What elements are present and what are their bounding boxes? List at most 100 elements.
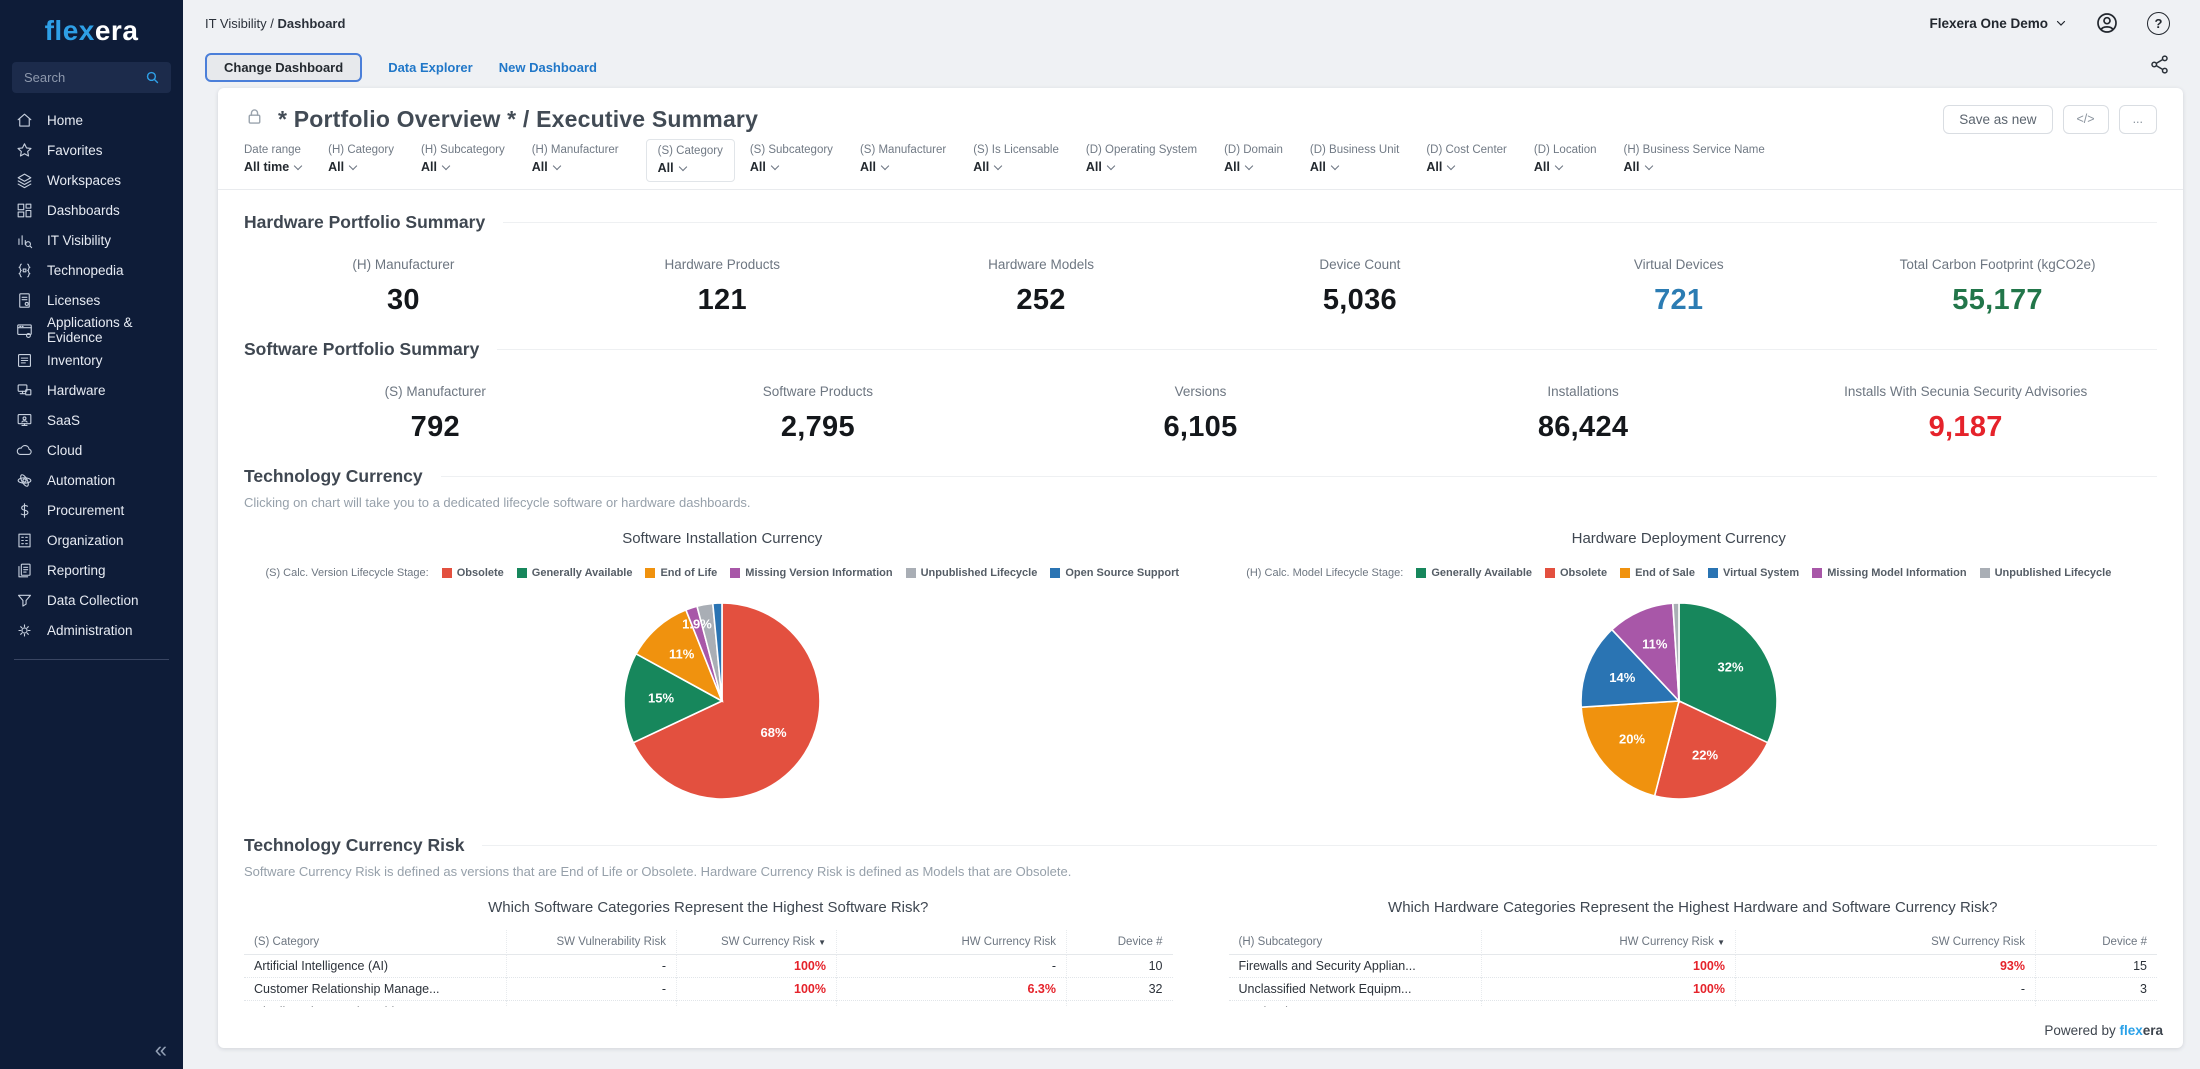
filter-label: (D) Domain	[1224, 144, 1283, 156]
reporting-icon	[15, 561, 34, 580]
table-cell: 10	[1066, 955, 1173, 978]
legend-item-obsolete[interactable]: Obsolete	[1545, 567, 1607, 579]
filter-d-location[interactable]: (D) Location All	[1534, 139, 1609, 180]
filter-s-manufacturer[interactable]: (S) Manufacturer All	[860, 139, 958, 180]
saas-icon	[15, 411, 34, 430]
column-header-h-subcategory[interactable]: (H) Subcategory	[1229, 930, 1481, 955]
section-heading: Software Portfolio Summary	[244, 339, 479, 360]
save-as-new-button[interactable]: Save as new	[1943, 105, 2052, 134]
filter-d-operating-system[interactable]: (D) Operating System All	[1086, 139, 1209, 180]
sidebar-item-home[interactable]: Home	[0, 105, 183, 135]
sidebar-item-automation[interactable]: Automation	[0, 465, 183, 495]
sidebar-item-cloud[interactable]: Cloud	[0, 435, 183, 465]
sidebar-item-label: Home	[47, 113, 83, 128]
chevron-down-icon	[442, 161, 450, 169]
sidebar-item-data-collection[interactable]: Data Collection	[0, 585, 183, 615]
legend-item-missing-version-information[interactable]: Missing Version Information	[730, 567, 892, 579]
sidebar-item-dashboards[interactable]: Dashboards	[0, 195, 183, 225]
legend-item-obsolete[interactable]: Obsolete	[442, 567, 504, 579]
column-header-device[interactable]: Device #	[1066, 930, 1173, 955]
legend-item-generally-available[interactable]: Generally Available	[1416, 567, 1532, 579]
metric-installs-with-secunia-security-advisories: Installs With Secunia Security Advisorie…	[1774, 384, 2157, 444]
share-button[interactable]	[2149, 54, 2170, 80]
breadcrumb-section[interactable]: IT Visibility	[205, 16, 267, 31]
sidebar-item-licenses[interactable]: Licenses	[0, 285, 183, 315]
sidebar-item-workspaces[interactable]: Workspaces	[0, 165, 183, 195]
more-options-button[interactable]: ...	[2119, 105, 2157, 134]
sidebar-item-it-visibility[interactable]: IT Visibility	[0, 225, 183, 255]
user-avatar-button[interactable]	[2095, 11, 2119, 35]
table-row[interactable]: Artificial Intelligence (AI)-100%-10	[244, 955, 1173, 978]
column-header-sw-currency-risk[interactable]: SW Currency Risk ▼	[676, 930, 836, 955]
search-icon[interactable]	[144, 69, 161, 86]
pie-chart: 32%22%20%14%11%	[1567, 589, 1791, 813]
column-header-hw-currency-risk[interactable]: HW Currency Risk ▼	[1481, 930, 1736, 955]
column-header-sw-vulnerability-risk[interactable]: SW Vulnerability Risk	[506, 930, 676, 955]
filter-value: All time	[244, 160, 301, 174]
sidebar-item-label: Procurement	[47, 503, 124, 518]
search-input[interactable]	[22, 69, 144, 86]
filter-h-subcategory[interactable]: (H) Subcategory All	[421, 139, 517, 180]
section-heading: Technology Currency Risk	[244, 835, 464, 856]
account-menu[interactable]: Flexera One Demo	[1929, 16, 2067, 31]
filter-h-category[interactable]: (H) Category All	[328, 139, 406, 180]
table-cell: 95%	[1481, 1001, 1736, 1007]
column-header-sw-currency-risk[interactable]: SW Currency Risk	[1735, 930, 2035, 955]
filter-label: Date range	[244, 144, 301, 156]
filter-d-business-unit[interactable]: (D) Business Unit All	[1310, 139, 1411, 180]
legend-item-open-source-support[interactable]: Open Source Support	[1050, 567, 1179, 579]
column-header-s-category[interactable]: (S) Category	[244, 930, 506, 955]
sidebar-collapse-button[interactable]: «	[155, 1037, 167, 1063]
metric-label: Total Carbon Footprint (kgCO2e)	[1838, 257, 2157, 272]
chevron-down-icon	[552, 161, 560, 169]
filter-d-domain[interactable]: (D) Domain All	[1224, 139, 1295, 180]
table-row[interactable]: Load Balancers95%100%44	[1229, 1001, 2158, 1007]
legend-item-unpublished-lifecycle[interactable]: Unpublished Lifecycle	[1980, 567, 2112, 579]
data-explorer-link[interactable]: Data Explorer	[388, 60, 473, 75]
breadcrumb-page: Dashboard	[278, 16, 346, 31]
new-dashboard-link[interactable]: New Dashboard	[499, 60, 597, 75]
chevron-down-icon	[1555, 161, 1563, 169]
chevron-down-icon	[1644, 161, 1652, 169]
sidebar-item-saas[interactable]: SaaS	[0, 405, 183, 435]
metric-value: 55,177	[1838, 284, 2157, 317]
legend-title: (H) Calc. Model Lifecycle Stage:	[1246, 567, 1403, 579]
sidebar-item-favorites[interactable]: Favorites	[0, 135, 183, 165]
sidebar-item-reporting[interactable]: Reporting	[0, 555, 183, 585]
filter-d-cost-center[interactable]: (D) Cost Center All	[1426, 139, 1519, 180]
sidebar-item-organization[interactable]: Organization	[0, 525, 183, 555]
inventory-icon	[15, 351, 34, 370]
change-dashboard-button[interactable]: Change Dashboard	[205, 53, 362, 82]
filter-s-is-licensable[interactable]: (S) Is Licensable All	[973, 139, 1071, 180]
sidebar-item-technopedia[interactable]: Technopedia	[0, 255, 183, 285]
filter-h-manufacturer[interactable]: (H) Manufacturer All	[532, 139, 631, 180]
legend-item-end-of-life[interactable]: End of Life	[645, 567, 717, 579]
legend-item-end-of-sale[interactable]: End of Sale	[1620, 567, 1695, 579]
legend-item-generally-available[interactable]: Generally Available	[517, 567, 633, 579]
legend-item-virtual-system[interactable]: Virtual System	[1708, 567, 1799, 579]
filter-s-subcategory[interactable]: (S) Subcategory All	[750, 139, 845, 180]
legend-item-unpublished-lifecycle[interactable]: Unpublished Lifecycle	[906, 567, 1038, 579]
table-row[interactable]: Firewalls and Security Applian...100%93%…	[1229, 955, 2158, 978]
sidebar-item-inventory[interactable]: Inventory	[0, 345, 183, 375]
legend-item-missing-model-information[interactable]: Missing Model Information	[1812, 567, 1966, 579]
technology-currency-section: Technology Currency	[244, 466, 2157, 487]
sidebar-item-procurement[interactable]: Procurement	[0, 495, 183, 525]
table: (S) CategorySW Vulnerability RiskSW Curr…	[244, 930, 1173, 1007]
table-row[interactable]: Customer Relationship Manage...-100%6.3%…	[244, 978, 1173, 1001]
filter-date-range[interactable]: Date range All time	[244, 139, 313, 180]
column-header-device[interactable]: Device #	[2035, 930, 2157, 955]
metric-value: 721	[1519, 284, 1838, 317]
help-button[interactable]: ?	[2147, 12, 2170, 35]
dashboard-card: * Portfolio Overview * / Executive Summa…	[218, 88, 2183, 1048]
filter-s-category[interactable]: (S) Category All	[646, 139, 735, 182]
filter-h-business-service-name[interactable]: (H) Business Service Name All	[1624, 139, 1777, 180]
column-header-hw-currency-risk[interactable]: HW Currency Risk	[836, 930, 1066, 955]
filter-label: (H) Business Service Name	[1624, 144, 1765, 156]
table-row[interactable]: Distributed Network Architectur...-100%4…	[244, 1001, 1173, 1007]
embed-code-button[interactable]: </>	[2063, 105, 2109, 134]
sidebar-item-applications-evidence[interactable]: Applications & Evidence	[0, 315, 183, 345]
sidebar-item-administration[interactable]: Administration	[0, 615, 183, 645]
sidebar-item-hardware[interactable]: Hardware	[0, 375, 183, 405]
table-row[interactable]: Unclassified Network Equipm...100%-3	[1229, 978, 2158, 1001]
